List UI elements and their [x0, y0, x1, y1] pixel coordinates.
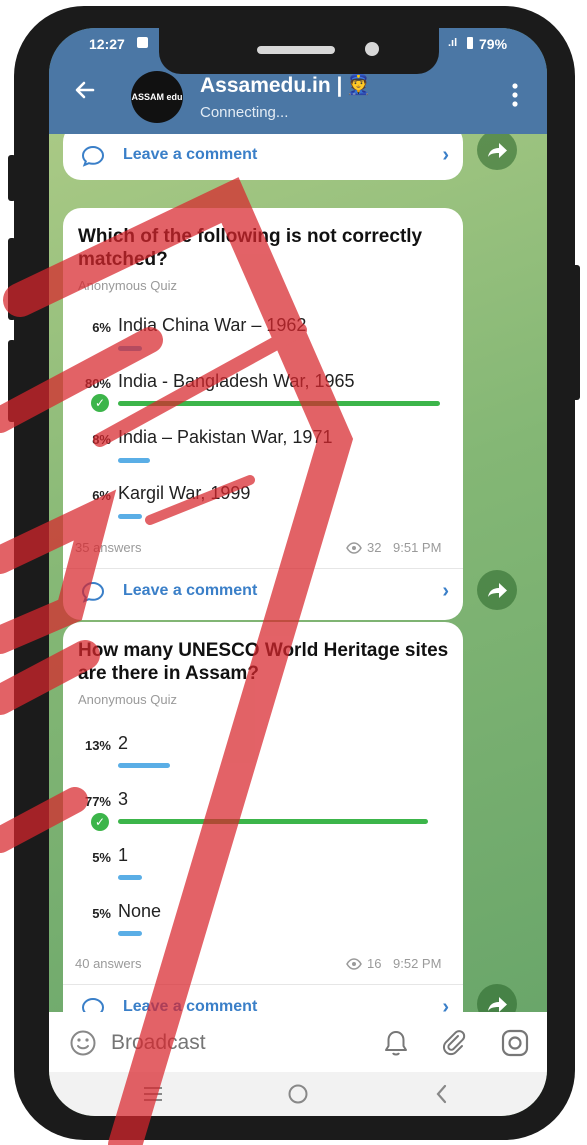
chat-area: Leave a comment › Which of the following…: [49, 134, 547, 1012]
share-button[interactable]: [477, 984, 517, 1012]
message-time: 9:51 PM: [393, 540, 442, 555]
phone-screen: 12:27 .ıl 79% ASSAM edu Assamedu.in | 👮 …: [49, 28, 547, 1116]
status-time: 12:27: [89, 36, 125, 52]
comment-icon: [81, 997, 105, 1012]
option-text: None: [118, 901, 162, 921]
leave-comment-label: Leave a comment: [123, 582, 258, 599]
check-icon: ✓: [91, 813, 109, 831]
leave-comment-row[interactable]: Leave a comment ›: [63, 988, 463, 1012]
instagram-icon[interactable]: [500, 1028, 530, 1063]
option-percent: 77%: [84, 794, 111, 809]
speaker-grille: [257, 46, 335, 54]
share-button[interactable]: [477, 134, 517, 170]
option-result-bar: [118, 875, 142, 880]
message-time: 9:52 PM: [393, 956, 442, 971]
leave-comment-row[interactable]: Leave a comment ›: [63, 136, 463, 176]
home-nav-icon[interactable]: [287, 1083, 309, 1110]
quiz-type-label: Anonymous Quiz: [78, 692, 177, 707]
option-text: India – Pakistan War, 1971: [118, 427, 333, 447]
broadcast-input[interactable]: [109, 1028, 363, 1058]
option-result-bar: [118, 458, 150, 463]
check-icon: ✓: [91, 394, 109, 412]
emoji-icon[interactable]: [69, 1029, 97, 1062]
previous-message-bubble: Leave a comment ›: [63, 134, 463, 180]
answers-count: 40 answers: [75, 956, 142, 971]
signal-icon: .ıl: [448, 37, 458, 49]
camera-notch: [159, 28, 439, 74]
leave-comment-label: Leave a comment: [123, 146, 258, 163]
comment-icon: [81, 581, 105, 608]
option-text: 3: [118, 789, 129, 809]
option-result-bar: [118, 819, 428, 824]
option-text: 1: [118, 845, 129, 865]
notification-icon: [137, 37, 148, 48]
option-result-bar: [118, 401, 440, 406]
leave-comment-label: Leave a comment: [123, 998, 258, 1012]
quiz-question-line1: Which of the following is not correctly: [78, 226, 423, 247]
back-arrow-icon[interactable]: [73, 78, 97, 107]
avatar-text: ASSAM edu: [131, 92, 183, 102]
menu-nav-icon[interactable]: [142, 1084, 164, 1109]
option-text: India - Bangladesh War, 1965: [118, 371, 355, 391]
option-percent: 13%: [84, 738, 111, 753]
chevron-right-icon: ›: [442, 996, 449, 1012]
option-percent: 6%: [92, 320, 111, 335]
eye-icon: [346, 541, 362, 559]
connection-status: Connecting...: [200, 104, 289, 121]
chevron-right-icon: ›: [442, 144, 449, 166]
leave-comment-row[interactable]: Leave a comment ›: [63, 572, 463, 612]
divider: [63, 984, 463, 985]
option-text: India China War – 1962: [118, 315, 307, 335]
eye-icon: [346, 957, 362, 975]
option-result-bar: [118, 763, 170, 768]
quiz-message-bubble: How many UNESCO World Heritage sites are…: [63, 622, 463, 1012]
quiz-question-line2: matched?: [78, 249, 168, 270]
comment-icon: [81, 145, 105, 172]
system-navigation-bar: [49, 1072, 547, 1116]
chevron-right-icon: ›: [442, 580, 449, 602]
back-nav-icon[interactable]: [434, 1083, 448, 1110]
option-text: 2: [118, 733, 129, 753]
option-percent: 5%: [92, 906, 111, 921]
quiz-question: Which of the following is not correctly …: [78, 225, 458, 271]
police-emoji-icon: 👮: [346, 74, 371, 96]
quiz-type-label: Anonymous Quiz: [78, 278, 177, 293]
bell-icon[interactable]: [383, 1029, 409, 1062]
option-percent: 8%: [92, 432, 111, 447]
option-percent: 6%: [92, 488, 111, 503]
view-count: 16: [367, 956, 382, 971]
divider: [63, 568, 463, 569]
share-button[interactable]: [477, 570, 517, 610]
view-count: 32: [367, 540, 382, 555]
option-result-bar: [118, 346, 142, 351]
message-input-bar: [49, 1012, 547, 1072]
option-percent: 5%: [92, 850, 111, 865]
attach-icon[interactable]: [441, 1029, 467, 1062]
channel-avatar[interactable]: ASSAM edu: [131, 71, 183, 123]
battery-icon: [467, 37, 473, 49]
front-camera: [365, 42, 379, 56]
battery-level: 79%: [479, 36, 508, 52]
option-percent: 80%: [84, 376, 111, 391]
quiz-message-bubble: Which of the following is not correctly …: [63, 208, 463, 620]
answers-count: 35 answers: [75, 540, 142, 555]
quiz-question-line1: How many UNESCO World Heritage sites: [78, 640, 449, 661]
option-result-bar: [118, 514, 142, 519]
option-result-bar: [118, 931, 142, 936]
more-vert-icon[interactable]: [511, 82, 519, 113]
quiz-question: How many UNESCO World Heritage sites are…: [78, 639, 458, 685]
quiz-question-line2: are there in Assam?: [78, 663, 259, 684]
channel-name[interactable]: Assamedu.in |: [200, 74, 342, 98]
option-text: Kargil War, 1999: [118, 483, 251, 503]
